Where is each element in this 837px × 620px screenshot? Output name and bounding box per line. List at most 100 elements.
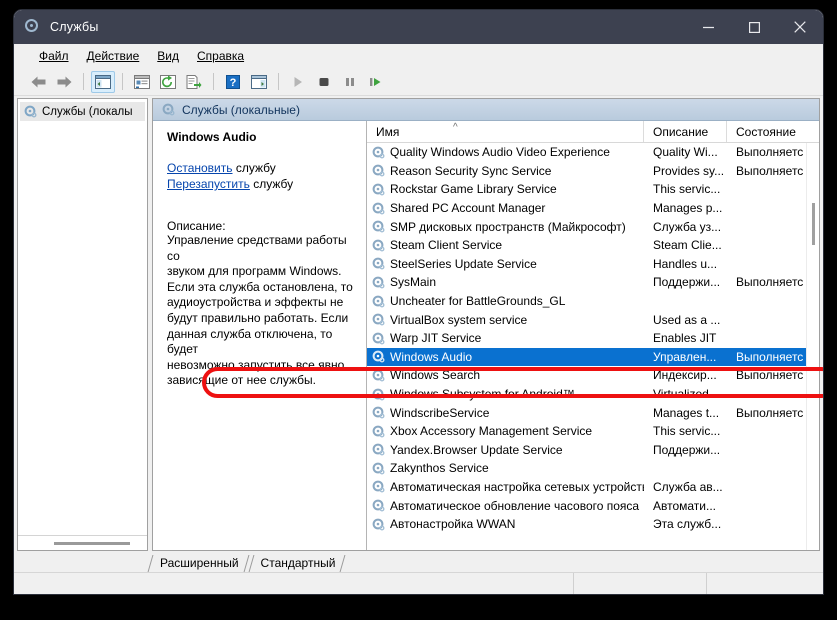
tree-horizontal-scrollbar[interactable] xyxy=(18,535,147,550)
stop-service-icon[interactable] xyxy=(312,71,336,93)
list-scroll-thumb[interactable] xyxy=(812,203,815,245)
service-name-text: Shared PC Account Manager xyxy=(390,201,546,216)
show-hide-console-tree-icon[interactable] xyxy=(91,70,115,93)
service-name-text: Автоматическое обновление часового пояса xyxy=(390,498,640,513)
cell-state: Выполняетс xyxy=(736,405,804,420)
service-name-text: SMP дисковых пространств (Майкрософт) xyxy=(390,219,626,234)
column-header-state[interactable]: Состояние xyxy=(727,121,811,142)
service-name-text: Uncheater for BattleGrounds_GL xyxy=(390,294,566,309)
maximize-button[interactable] xyxy=(731,10,777,44)
column-header-description-label: Описание xyxy=(653,124,709,139)
start-service-icon[interactable] xyxy=(286,71,310,93)
service-gear-icon xyxy=(371,257,385,271)
table-row[interactable]: Zakynthos Service xyxy=(367,459,819,478)
window-title: Службы xyxy=(50,20,99,34)
tree-item-services-local[interactable]: Службы (локалы xyxy=(20,102,145,121)
view-tabs: Расширенный Стандартный xyxy=(14,551,823,572)
table-row[interactable]: VirtualBox system service Used as a ... xyxy=(367,310,819,329)
service-gear-icon xyxy=(371,275,385,289)
properties-icon[interactable] xyxy=(130,71,154,93)
table-row[interactable]: SteelSeries Update Service Handles u... xyxy=(367,255,819,274)
service-gear-icon xyxy=(371,313,385,327)
table-row[interactable]: Windows Search Индексир... Выполняетс xyxy=(367,366,819,385)
restart-service-icon[interactable] xyxy=(364,71,388,93)
table-row[interactable]: Xbox Accessory Management Service This se… xyxy=(367,422,819,441)
column-header-description[interactable]: Описание xyxy=(644,121,727,142)
cell-name: Warp JIT Service xyxy=(367,331,644,345)
table-row[interactable]: WindscribeService Manages t... Выполняетс xyxy=(367,403,819,422)
column-header-name[interactable]: Имя ^ xyxy=(367,121,644,142)
service-name-text: Steam Client Service xyxy=(390,238,503,253)
close-button[interactable] xyxy=(777,10,823,44)
tab-extended[interactable]: Расширенный xyxy=(148,553,249,572)
show-action-pane-icon[interactable] xyxy=(247,71,271,93)
cell-description: Handles u... xyxy=(653,256,718,271)
help-icon[interactable]: ? xyxy=(221,71,245,93)
cell-description: Поддержи... xyxy=(653,442,721,457)
cell-description: Индексир... xyxy=(653,368,717,383)
menu-help[interactable]: Справка xyxy=(188,47,253,65)
selected-service-name: Windows Audio xyxy=(167,130,257,144)
table-row[interactable]: Yandex.Browser Update Service Поддержи... xyxy=(367,441,819,460)
toolbar-separator-4 xyxy=(278,73,279,90)
service-name-text: Warp JIT Service xyxy=(390,331,482,346)
detail-pane: Службы (локальные) Windows Audio Останов… xyxy=(152,98,820,551)
table-row[interactable]: Автоматическое обновление часового пояса… xyxy=(367,496,819,515)
table-row[interactable]: Warp JIT Service Enables JIT xyxy=(367,329,819,348)
table-row[interactable]: Автоматическая настройка сетевых устройс… xyxy=(367,478,819,497)
table-row[interactable]: SysMain Поддержи... Выполняетс xyxy=(367,273,819,292)
services-gear-icon xyxy=(23,105,37,119)
service-gear-icon xyxy=(371,406,385,420)
description-text: Управление средствами работы со звуком д… xyxy=(167,233,353,388)
table-row[interactable]: Quality Windows Audio Video Experience Qu… xyxy=(367,143,819,162)
list-rows-container: Quality Windows Audio Video Experience Qu… xyxy=(367,143,819,550)
minimize-button[interactable] xyxy=(685,10,731,44)
back-icon[interactable] xyxy=(26,71,50,93)
menu-action[interactable]: Действие xyxy=(78,47,149,65)
service-name-text: Windows Search xyxy=(390,368,481,383)
services-window: Службы Файл Действие Вид Справка ? Служб… xyxy=(14,10,823,594)
service-gear-icon xyxy=(371,238,385,252)
menu-view[interactable]: Вид xyxy=(148,47,188,65)
cell-name: Автоматическая настройка сетевых устройс… xyxy=(367,480,644,494)
table-row-selected[interactable]: Windows Audio Управлен... Выполняетс xyxy=(367,347,819,367)
cell-description: Служба ав... xyxy=(653,479,723,494)
list-vertical-scrollbar[interactable] xyxy=(806,143,819,550)
cell-name: SteelSeries Update Service xyxy=(367,257,644,271)
cell-description: Virtualized ... xyxy=(653,387,723,402)
table-row[interactable]: Shared PC Account Manager Manages p... xyxy=(367,199,819,218)
tab-standard[interactable]: Стандартный xyxy=(249,553,346,572)
service-name-text: SysMain xyxy=(390,275,437,290)
table-row[interactable]: Windows Subsystem for Android™ Virtualize… xyxy=(367,385,819,404)
cell-name: Reason Security Sync Service xyxy=(367,164,644,178)
services-gear-icon xyxy=(25,19,41,35)
menu-file[interactable]: Файл xyxy=(30,47,78,65)
column-header-state-label: Состояние xyxy=(736,124,796,139)
cell-state: Выполняетс xyxy=(736,145,804,160)
table-row[interactable]: Rockstar Game Library Service This servic… xyxy=(367,180,819,199)
table-row[interactable]: Reason Security Sync Service Provides sy.… xyxy=(367,162,819,181)
table-row[interactable]: SMP дисковых пространств (Майкрософт) Слу… xyxy=(367,217,819,236)
cell-description: Управлен... xyxy=(653,349,717,364)
cell-description: Used as a ... xyxy=(653,312,721,327)
table-row[interactable]: Steam Client Service Steam Clie... xyxy=(367,236,819,255)
tree-scroll-thumb[interactable] xyxy=(54,541,130,545)
tree-item-label: Службы (локалы xyxy=(42,105,133,118)
cell-name: WindscribeService xyxy=(367,406,644,420)
restart-service-link[interactable]: Перезапустить xyxy=(167,177,250,191)
table-row[interactable]: Uncheater for BattleGrounds_GL xyxy=(367,292,819,311)
refresh-icon[interactable] xyxy=(156,71,180,93)
stop-service-link[interactable]: Остановить xyxy=(167,161,233,175)
toolbar-separator-3 xyxy=(213,73,214,90)
cell-name: Shared PC Account Manager xyxy=(367,201,644,215)
cell-state: Выполняетс xyxy=(736,275,804,290)
export-list-icon[interactable] xyxy=(182,71,206,93)
table-row[interactable]: Автонастройка WWAN Эта служб... xyxy=(367,515,819,534)
pause-service-icon[interactable] xyxy=(338,71,362,93)
cell-description: Provides sy... xyxy=(653,163,725,178)
service-name-text: Windows Audio xyxy=(390,349,473,364)
cell-name: Quality Windows Audio Video Experience xyxy=(367,145,644,159)
cell-state: Выполняетс xyxy=(736,163,804,178)
cell-name: Rockstar Game Library Service xyxy=(367,182,644,196)
forward-icon[interactable] xyxy=(52,71,76,93)
